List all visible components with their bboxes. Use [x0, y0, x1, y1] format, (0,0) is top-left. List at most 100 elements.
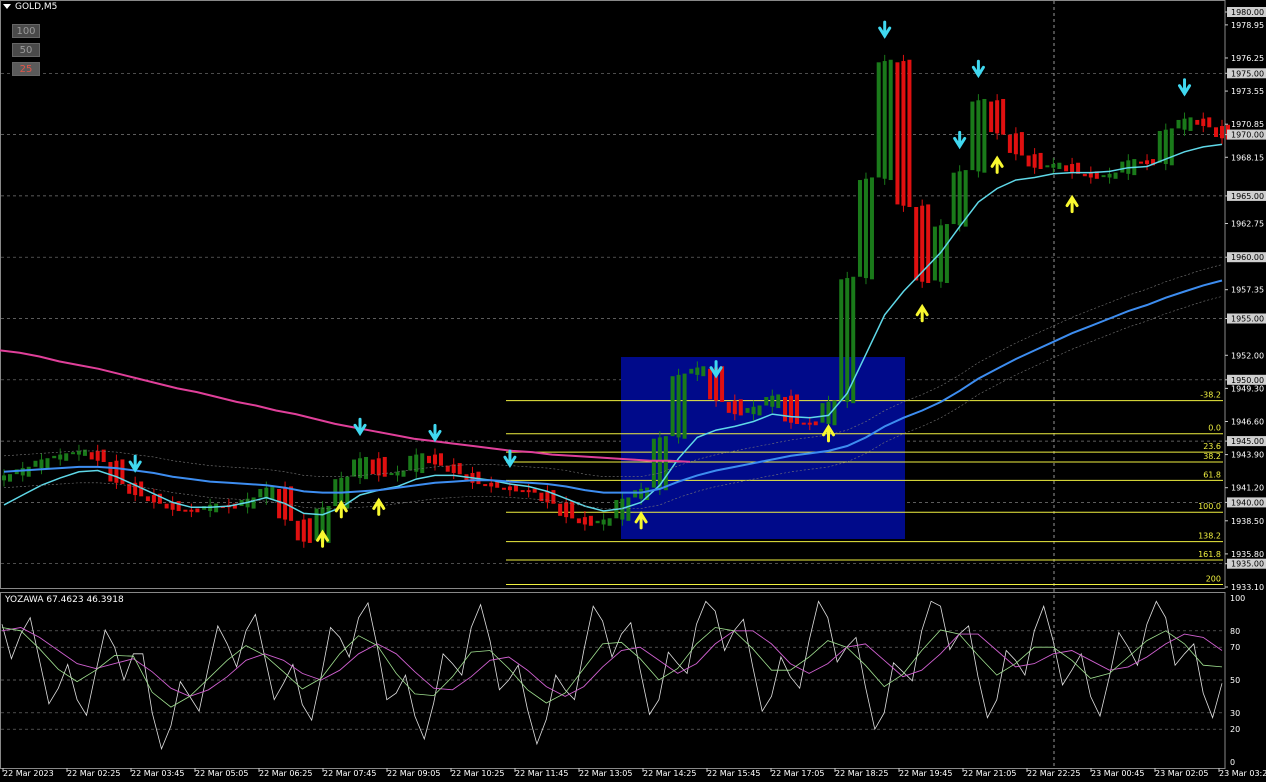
- price-tick-label: 1965.00: [1231, 192, 1264, 201]
- candle-body: [869, 177, 874, 280]
- candle-body: [483, 484, 488, 487]
- candle-body: [1001, 98, 1006, 135]
- arrow-down-icon-path: [428, 423, 442, 443]
- candle-body: [970, 101, 975, 171]
- candle-body: [82, 449, 87, 456]
- arrow-up-icon-path: [316, 529, 330, 548]
- osc-level-label: 50: [1230, 676, 1240, 685]
- zoom-button-50[interactable]: 50: [12, 43, 40, 57]
- time-tick-label: 22 Mar 10:25: [451, 769, 504, 778]
- osc-level-label: 0: [1230, 758, 1235, 767]
- candle-body: [8, 474, 12, 482]
- main-panel-frame: [0, 0, 1226, 589]
- time-tick-label: 22 Mar 22:25: [1027, 769, 1080, 778]
- indicator-panel-frame: [0, 592, 1226, 769]
- price-tick-label: 1946.60: [1231, 417, 1264, 426]
- candle-body: [89, 452, 94, 460]
- time-tick-label: 22 Mar 14:25: [643, 769, 696, 778]
- time-tick-label: 22 Mar 05:05: [195, 769, 248, 778]
- fib-label: 23.6: [1203, 442, 1221, 451]
- candle-body: [513, 485, 518, 492]
- candle-body: [183, 509, 188, 512]
- candle-body: [558, 503, 563, 516]
- price-tick-label: 1940.00: [1231, 498, 1264, 507]
- candle-body: [757, 405, 762, 416]
- indicator-value-1: 67.4623: [46, 595, 84, 605]
- zoom-button-100[interactable]: 100: [12, 24, 40, 38]
- candle-body: [1113, 172, 1118, 179]
- arrow-down-icon-path: [353, 417, 367, 437]
- time-tick-label: 22 Mar 2023: [3, 769, 54, 778]
- candle-body: [989, 101, 994, 133]
- fib-label: 100.0: [1198, 502, 1221, 511]
- dropdown-triangle-icon[interactable]: [3, 4, 11, 9]
- price-tick-label: 1973.55: [1231, 87, 1264, 96]
- candle-body: [726, 401, 731, 413]
- candle-body: [888, 59, 893, 181]
- time-tick-label: 22 Mar 21:05: [963, 769, 1016, 778]
- candle-body: [1026, 155, 1031, 167]
- candle-body: [1176, 119, 1181, 129]
- osc-level-label: 100: [1230, 594, 1245, 603]
- price-tick-label: 1945.00: [1231, 437, 1264, 446]
- candle-body: [532, 488, 537, 493]
- arrow-down-icon-path: [878, 20, 892, 39]
- candle-body: [551, 490, 556, 504]
- candle-body: [907, 59, 912, 207]
- fib-label: 161.8: [1198, 550, 1221, 559]
- time-tick-label: 22 Mar 06:25: [259, 769, 312, 778]
- candle-body: [364, 456, 369, 480]
- candle-body: [420, 453, 425, 474]
- price-tick-label: 1938.50: [1231, 517, 1264, 526]
- candle-body: [176, 501, 181, 512]
- arrow-down-icon-path: [128, 454, 142, 473]
- band-upper: [3, 264, 1223, 478]
- candle-body: [258, 488, 263, 498]
- candle-body: [1007, 134, 1012, 153]
- candle-body: [576, 518, 581, 524]
- candle-body: [370, 459, 375, 475]
- price-tick-label: 1957.35: [1231, 286, 1264, 295]
- arrow-down-icon: [128, 454, 142, 473]
- candle-body: [314, 508, 319, 541]
- candle-body: [164, 503, 169, 509]
- candle-body: [295, 520, 300, 541]
- candle-body: [626, 497, 631, 521]
- candle-body: [1207, 117, 1212, 128]
- candle-body: [776, 394, 781, 409]
- price-tick-label: 1941.20: [1231, 484, 1264, 493]
- osc-level-label: 30: [1230, 709, 1240, 718]
- candle-body: [1019, 132, 1024, 156]
- arrow-up-icon: [316, 529, 330, 548]
- price-tick-label: 1970.85: [1231, 120, 1264, 129]
- zoom-button-25[interactable]: 25: [12, 62, 40, 76]
- candle-body: [214, 503, 219, 513]
- zone-box: [621, 357, 905, 539]
- arrow-up-icon: [1065, 194, 1079, 214]
- price-tick-label: 1960.00: [1231, 253, 1264, 262]
- candle-body: [651, 438, 656, 488]
- price-tick-label: 1943.90: [1231, 451, 1264, 460]
- candle-body: [982, 98, 987, 173]
- candle-body: [26, 466, 31, 477]
- candle-body: [289, 486, 294, 521]
- price-tick-label: 1935.80: [1231, 550, 1264, 559]
- candle-body: [307, 518, 312, 543]
- candle-body: [1045, 165, 1050, 168]
- time-tick-label: 22 Mar 18:25: [835, 769, 888, 778]
- osc-main-line: [1, 600, 1223, 751]
- arrow-down-icon: [428, 423, 442, 443]
- candle-body: [1139, 161, 1144, 164]
- candle-body: [145, 496, 150, 502]
- candle-body: [689, 368, 694, 374]
- candle-body: [64, 453, 69, 461]
- osc-level-label: 70: [1230, 643, 1240, 652]
- candle-body: [783, 397, 788, 422]
- trading-chart: -38.20.023.638.261.8100.0138.2161.8200 1…: [0, 0, 1266, 778]
- price-tick-label: 1952.00: [1231, 351, 1264, 360]
- indicator-value-2: 46.3918: [86, 595, 124, 605]
- candle-body: [1082, 173, 1087, 177]
- candle-body: [926, 204, 931, 284]
- time-tick-label: 22 Mar 11:45: [515, 769, 568, 778]
- time-tick-label: 23 Mar 02:05: [1155, 769, 1208, 778]
